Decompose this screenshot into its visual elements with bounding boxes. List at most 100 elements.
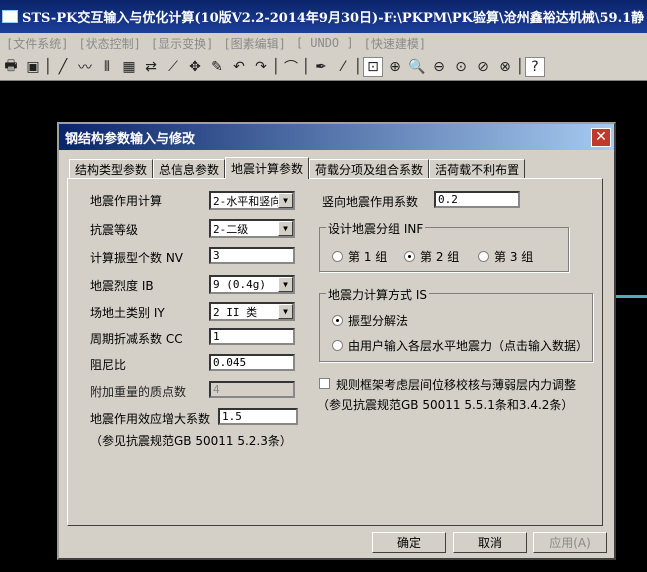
ok-button[interactable]: 确定 — [372, 532, 446, 553]
print-icon[interactable]: 🖶 — [1, 57, 21, 77]
radio-selected-icon — [332, 315, 343, 326]
menu-display-transform[interactable]: [显示变换] — [151, 35, 213, 52]
radio-icon — [332, 340, 343, 351]
radio-icon — [332, 251, 343, 262]
chevron-down-icon[interactable]: ▼ — [278, 304, 293, 319]
method-modal-label: 振型分解法 — [348, 314, 409, 328]
toolbar: 🖶 ▣ │ ╱ 〰 ⦀ ▦ ⇄ ⟋ ✥ ✎ ↶ ↷ │ ⌒ │ ✒ ⁄ │ ⊡ … — [0, 53, 647, 81]
select-window-icon[interactable]: ⊡ — [363, 56, 383, 77]
radio-selected-icon — [404, 251, 415, 262]
tab-structure-type[interactable]: 结构类型参数 — [69, 159, 154, 178]
method-user-radio[interactable]: 由用户输入各层水平地震力（点击输入数据） — [332, 337, 588, 354]
intensity-label: 地震烈度 IB — [90, 279, 154, 293]
brush-icon[interactable]: ⁄ — [333, 57, 353, 77]
zoom-reduce-icon[interactable]: ⊘ — [473, 57, 493, 77]
amplify-label: 地震作用效应增大系数 — [90, 412, 211, 426]
toolbar-separator: │ — [301, 58, 311, 75]
zoom-all-icon[interactable]: ⊗ — [495, 57, 515, 77]
group-3-radio[interactable]: 第 3 组 — [478, 248, 533, 265]
close-icon[interactable]: ✕ — [591, 127, 611, 147]
cancel-button[interactable]: 取消 — [453, 532, 527, 553]
pen-icon[interactable]: ✒ — [311, 57, 331, 77]
tab-general-info[interactable]: 总信息参数 — [153, 159, 226, 178]
calc-method-box: 地震力计算方式 IS 振型分解法 由用户输入各层水平地震力（点击输入数据） — [319, 286, 593, 362]
dialog-title: 钢结构参数输入与修改 — [65, 131, 196, 147]
regular-frame-note: （参见抗震规范GB 50011 5.5.1条和3.4.2条） — [317, 398, 574, 412]
drawing-line — [612, 295, 647, 298]
period-factor-input[interactable]: 1 — [209, 328, 295, 345]
regular-frame-checkbox[interactable] — [319, 378, 330, 389]
chevron-down-icon[interactable]: ▼ — [278, 277, 293, 292]
save-icon[interactable]: ▣ — [23, 57, 43, 77]
toolbar-separator: │ — [271, 58, 281, 75]
cross-icon[interactable]: ✥ — [185, 57, 205, 77]
pencil-icon[interactable]: ✎ — [207, 57, 227, 77]
parallel-lines-icon[interactable]: ⦀ — [97, 57, 117, 77]
calc-method-title: 地震力计算方式 IS — [326, 286, 429, 303]
design-group-box: 设计地震分组 INF 第 1 组 第 2 组 第 3 组 — [319, 220, 569, 272]
help-icon[interactable]: ? — [525, 56, 545, 77]
added-mass-label: 附加重量的质点数 — [90, 385, 187, 399]
zoom-area-icon[interactable]: ⊕ — [385, 57, 405, 77]
seismic-calc-select[interactable]: 2-水平和竖向 ▼ — [209, 191, 295, 210]
chevron-down-icon[interactable]: ▼ — [278, 221, 293, 236]
menu-undo[interactable]: [ UNDO ] — [296, 36, 354, 50]
rotate-icon[interactable]: ⟋ — [163, 57, 183, 77]
polyline-icon[interactable]: 〰 — [75, 57, 95, 77]
move-icon[interactable]: ⇄ — [141, 57, 161, 77]
intensity-select[interactable]: 9 (0.4g) ▼ — [209, 275, 295, 294]
tab-strip: 结构类型参数 总信息参数 地震计算参数 荷载分项及组合系数 活荷载不利布置 — [69, 156, 526, 179]
menu-bar: [文件系统] [状态控制] [显示变换] [图素编辑] [ UNDO ] [快速… — [0, 33, 647, 53]
dialog-title-bar: 钢结构参数输入与修改 ✕ — [59, 124, 614, 150]
seismic-calc-label: 地震作用计算 — [90, 194, 163, 208]
vertical-factor-label: 竖向地震作用系数 — [322, 195, 419, 209]
seismic-grade-label: 抗震等级 — [90, 223, 139, 237]
menu-element-edit[interactable]: [图素编辑] — [223, 35, 285, 52]
modes-label: 计算振型个数 NV — [90, 251, 184, 265]
amplify-input[interactable]: 1.5 — [218, 408, 298, 425]
toolbar-separator: │ — [353, 58, 363, 75]
radio-icon — [478, 251, 489, 262]
app-title: STS-PK交互输入与优化计算(10版V2.2-2014年9月30日)-F:\P… — [22, 11, 645, 26]
menu-status-control[interactable]: [状态控制] — [78, 35, 140, 52]
group-2-label: 第 2 组 — [420, 250, 460, 264]
params-dialog: 钢结构参数输入与修改 ✕ 结构类型参数 总信息参数 地震计算参数 荷载分项及组合… — [57, 122, 616, 560]
site-class-select[interactable]: 2 II 类 ▼ — [209, 302, 295, 321]
tab-panel: 地震作用计算 2-水平和竖向 ▼ 抗震等级 2-二级 ▼ 计算振型个数 NV 3… — [67, 178, 603, 526]
group-3-label: 第 3 组 — [494, 250, 534, 264]
added-mass-input: 4 — [209, 381, 295, 398]
vertical-factor-input[interactable]: 0.2 — [434, 191, 520, 208]
menu-quick-model[interactable]: [快速建模] — [364, 35, 426, 52]
site-class-label: 场地土类别 IY — [90, 306, 165, 320]
arc-icon[interactable]: ⌒ — [281, 57, 301, 77]
damping-label: 阻尼比 — [90, 358, 127, 372]
apply-button[interactable]: 应用(A) — [533, 532, 607, 553]
undo-icon[interactable]: ↶ — [229, 57, 249, 77]
tab-live-load[interactable]: 活荷载不利布置 — [429, 159, 526, 178]
zoom-out-icon[interactable]: ⊖ — [429, 57, 449, 77]
seismic-grade-value: 2-二级 — [213, 222, 249, 236]
group-1-radio[interactable]: 第 1 组 — [332, 248, 387, 265]
tab-load-factors[interactable]: 荷载分项及组合系数 — [309, 159, 430, 178]
regular-frame-label: 规则框架考虑层间位移校核与薄弱层内力调整 — [336, 378, 577, 392]
menu-file-system[interactable]: [文件系统] — [6, 35, 68, 52]
zoom-in-icon[interactable]: 🔍 — [407, 57, 427, 77]
app-title-bar: STS-PK交互输入与优化计算(10版V2.2-2014年9月30日)-F:\P… — [0, 0, 647, 33]
redo-icon[interactable]: ↷ — [251, 57, 271, 77]
group-2-radio[interactable]: 第 2 组 — [404, 248, 459, 265]
modes-input[interactable]: 3 — [209, 247, 295, 264]
seismic-calc-value: 2-水平和竖向 — [213, 194, 278, 208]
damping-input[interactable]: 0.045 — [209, 354, 295, 371]
zoom-magnify-icon[interactable]: ⊙ — [451, 57, 471, 77]
tab-seismic[interactable]: 地震计算参数 — [225, 157, 310, 179]
line-icon[interactable]: ╱ — [53, 57, 73, 77]
method-modal-radio[interactable]: 振型分解法 — [332, 312, 408, 329]
app-icon — [2, 10, 18, 23]
seismic-grade-select[interactable]: 2-二级 ▼ — [209, 219, 295, 238]
intensity-value: 9 (0.4g) — [213, 278, 266, 291]
toolbar-separator: │ — [43, 58, 53, 75]
chevron-down-icon[interactable]: ▼ — [278, 193, 293, 208]
grid-icon[interactable]: ▦ — [119, 57, 139, 77]
method-user-label: 由用户输入各层水平地震力（点击输入数据） — [348, 339, 589, 353]
group-1-label: 第 1 组 — [348, 250, 388, 264]
